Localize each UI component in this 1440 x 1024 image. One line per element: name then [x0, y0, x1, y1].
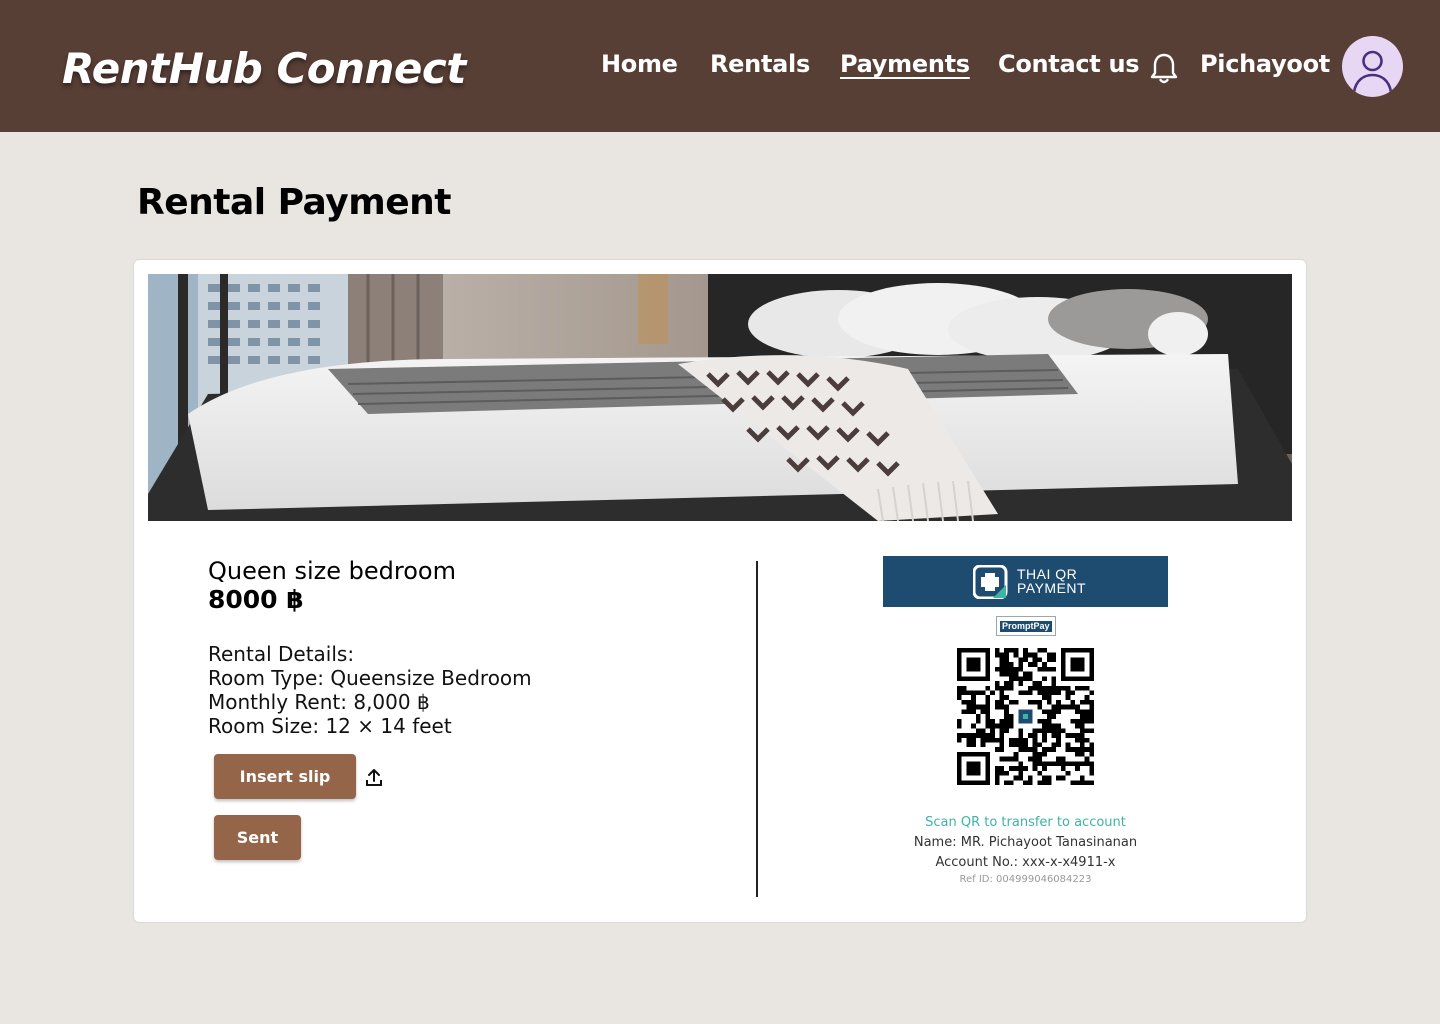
- user-name[interactable]: Pichayoot: [1200, 50, 1330, 78]
- room-size: Room Size: 12 × 14 feet: [208, 714, 452, 738]
- account-number: Account No.: xxx-x-x4911-x: [935, 855, 1116, 870]
- scan-instruction: Scan QR to transfer to account: [925, 815, 1126, 830]
- room-image: [148, 274, 1292, 521]
- qr-code: [957, 648, 1094, 785]
- nav-rentals[interactable]: Rentals: [710, 50, 810, 78]
- top-navbar: RentHub Connect Home Rentals Payments Co…: [0, 0, 1440, 132]
- nav-contact-us[interactable]: Contact us: [998, 50, 1140, 78]
- thai-qr-banner-text: THAI QR PAYMENT: [1017, 566, 1087, 596]
- ref-id: Ref ID: 004999046084223: [959, 874, 1092, 885]
- upload-icon[interactable]: [365, 767, 383, 787]
- sent-button[interactable]: Sent: [214, 815, 301, 860]
- promptpay-logo: PromptPay: [996, 616, 1056, 636]
- nav-home[interactable]: Home: [601, 50, 678, 78]
- column-divider: [756, 561, 758, 897]
- rental-details-heading: Rental Details:: [208, 642, 355, 666]
- page-title: Rental Payment: [137, 182, 451, 223]
- room-name: Queen size bedroom: [208, 557, 456, 585]
- room-price: 8000 ฿: [208, 585, 304, 614]
- room-type: Room Type: Queensize Bedroom: [208, 666, 532, 690]
- thai-qr-logo-icon: [973, 565, 1008, 599]
- bell-icon[interactable]: [1148, 52, 1180, 86]
- nav-payments[interactable]: Payments: [840, 50, 970, 78]
- brand-logo[interactable]: RentHub Connect: [62, 44, 466, 93]
- insert-slip-button[interactable]: Insert slip: [214, 754, 356, 799]
- monthly-rent: Monthly Rent: 8,000 ฿: [208, 690, 430, 714]
- user-avatar-icon[interactable]: [1342, 36, 1403, 97]
- account-name: Name: MR. Pichayoot Tanasinanan: [913, 835, 1138, 850]
